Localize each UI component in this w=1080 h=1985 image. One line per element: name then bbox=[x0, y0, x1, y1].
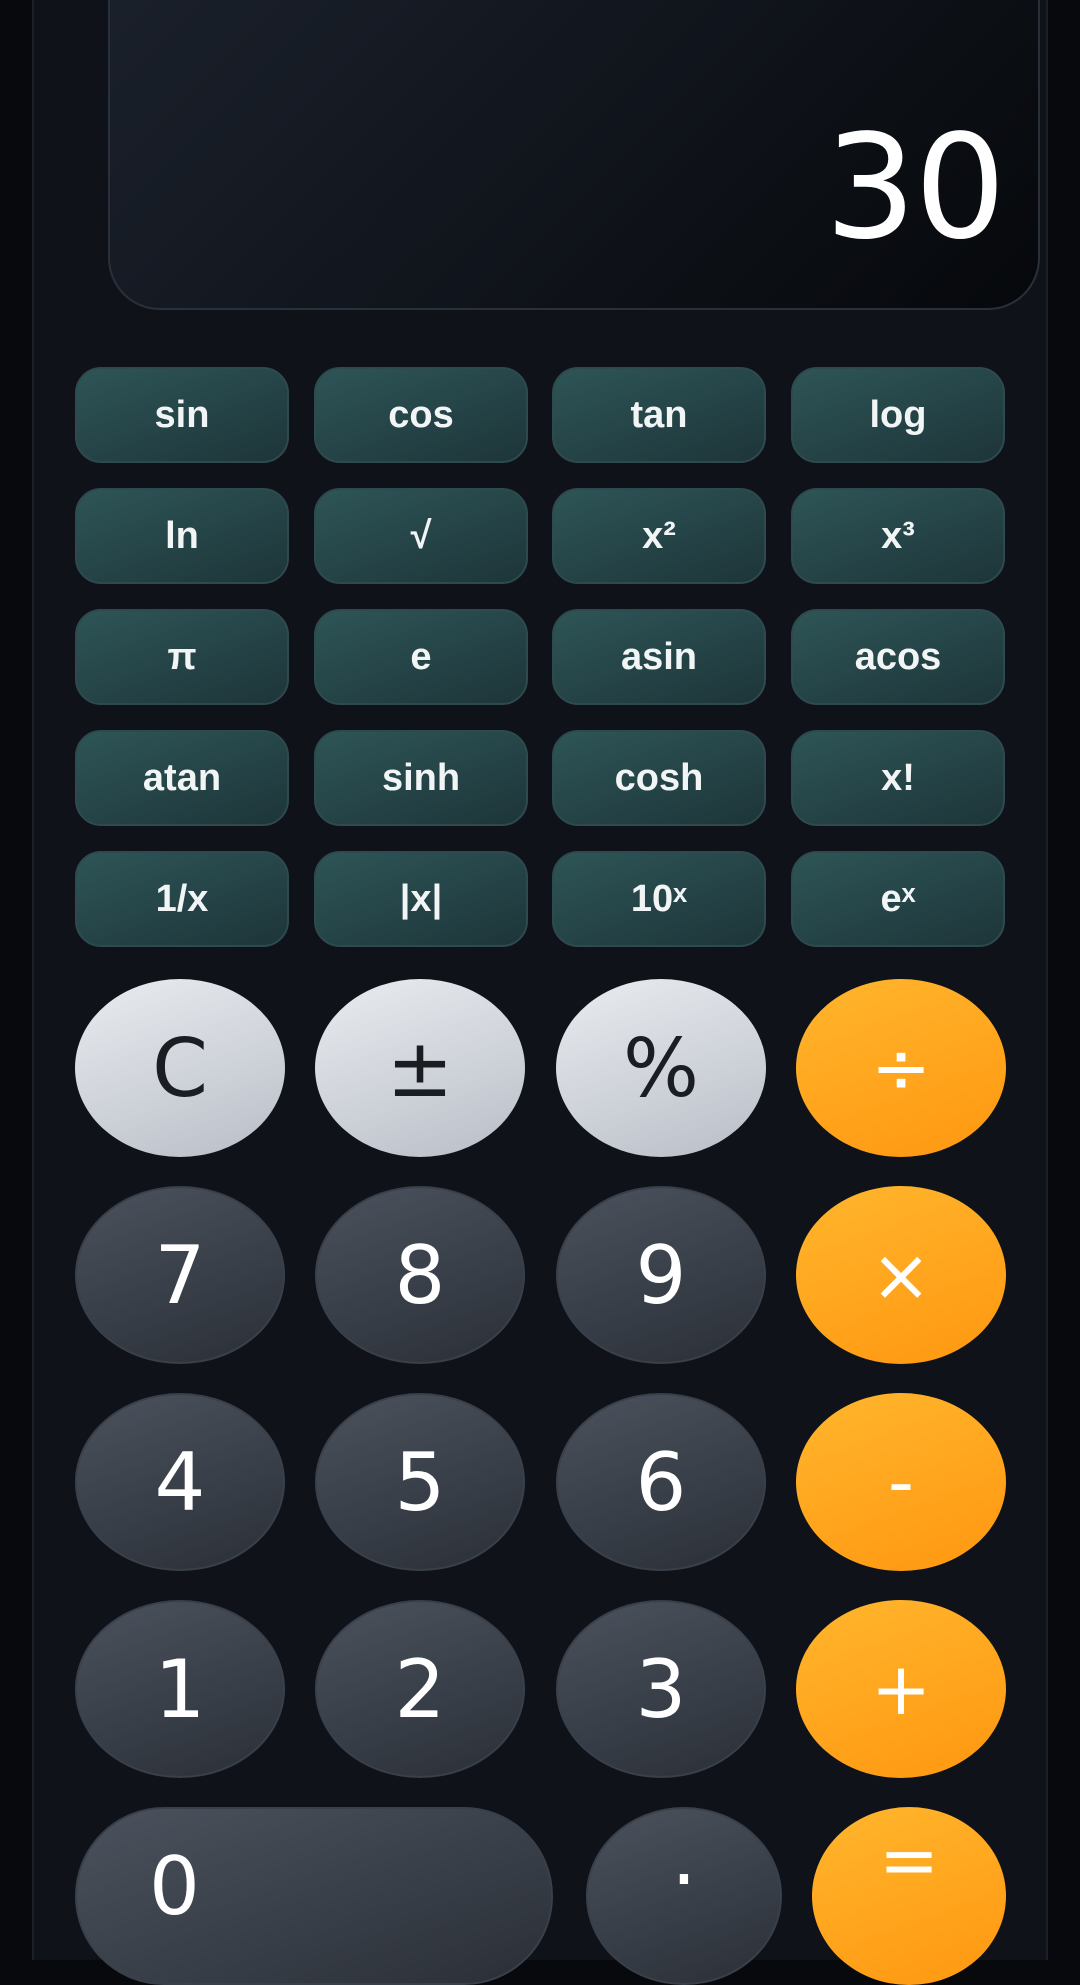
equals-button[interactable]: = bbox=[812, 1807, 1006, 1985]
divide-button[interactable]: ÷ bbox=[796, 979, 1006, 1157]
absolute-button[interactable]: |x| bbox=[314, 851, 528, 947]
cosh-button[interactable]: cosh bbox=[552, 730, 766, 826]
asin-button[interactable]: asin bbox=[552, 609, 766, 705]
display-value: 30 bbox=[824, 103, 1006, 271]
atan-button[interactable]: atan bbox=[75, 730, 289, 826]
multiply-button[interactable]: × bbox=[796, 1186, 1006, 1364]
clear-button[interactable]: C bbox=[75, 979, 285, 1157]
digit-2-button[interactable]: 2 bbox=[315, 1600, 525, 1778]
sinh-button[interactable]: sinh bbox=[314, 730, 528, 826]
sin-button[interactable]: sin bbox=[75, 367, 289, 463]
equals-label: = bbox=[878, 1818, 940, 1902]
square-button[interactable]: x² bbox=[552, 488, 766, 584]
digit-0-button[interactable]: 0 bbox=[75, 1807, 553, 1985]
add-button[interactable]: + bbox=[796, 1600, 1006, 1778]
euler-button[interactable]: e bbox=[314, 609, 528, 705]
cos-button[interactable]: cos bbox=[314, 367, 528, 463]
digit-4-button[interactable]: 4 bbox=[75, 1393, 285, 1571]
decimal-button[interactable]: . bbox=[586, 1807, 782, 1985]
digit-1-button[interactable]: 1 bbox=[75, 1600, 285, 1778]
reciprocal-button[interactable]: 1/x bbox=[75, 851, 289, 947]
percent-button[interactable]: % bbox=[556, 979, 766, 1157]
tan-button[interactable]: tan bbox=[552, 367, 766, 463]
ln-button[interactable]: ln bbox=[75, 488, 289, 584]
digit-5-button[interactable]: 5 bbox=[315, 1393, 525, 1571]
power-of-ten-button[interactable]: 10ˣ bbox=[552, 851, 766, 947]
digit-9-button[interactable]: 9 bbox=[556, 1186, 766, 1364]
square-root-button[interactable]: √ bbox=[314, 488, 528, 584]
pi-button[interactable]: π bbox=[75, 609, 289, 705]
digit-7-button[interactable]: 7 bbox=[75, 1186, 285, 1364]
plus-minus-button[interactable]: ± bbox=[315, 979, 525, 1157]
cube-button[interactable]: x³ bbox=[791, 488, 1005, 584]
exp-button[interactable]: eˣ bbox=[791, 851, 1005, 947]
factorial-button[interactable]: x! bbox=[791, 730, 1005, 826]
digit-6-button[interactable]: 6 bbox=[556, 1393, 766, 1571]
log-button[interactable]: log bbox=[791, 367, 1005, 463]
digit-3-button[interactable]: 3 bbox=[556, 1600, 766, 1778]
display-panel: 30 bbox=[108, 0, 1040, 310]
acos-button[interactable]: acos bbox=[791, 609, 1005, 705]
digit-8-button[interactable]: 8 bbox=[315, 1186, 525, 1364]
subtract-button[interactable]: - bbox=[796, 1393, 1006, 1571]
decimal-label: . bbox=[671, 1809, 697, 1903]
digit-0-label: 0 bbox=[149, 1839, 200, 1933]
